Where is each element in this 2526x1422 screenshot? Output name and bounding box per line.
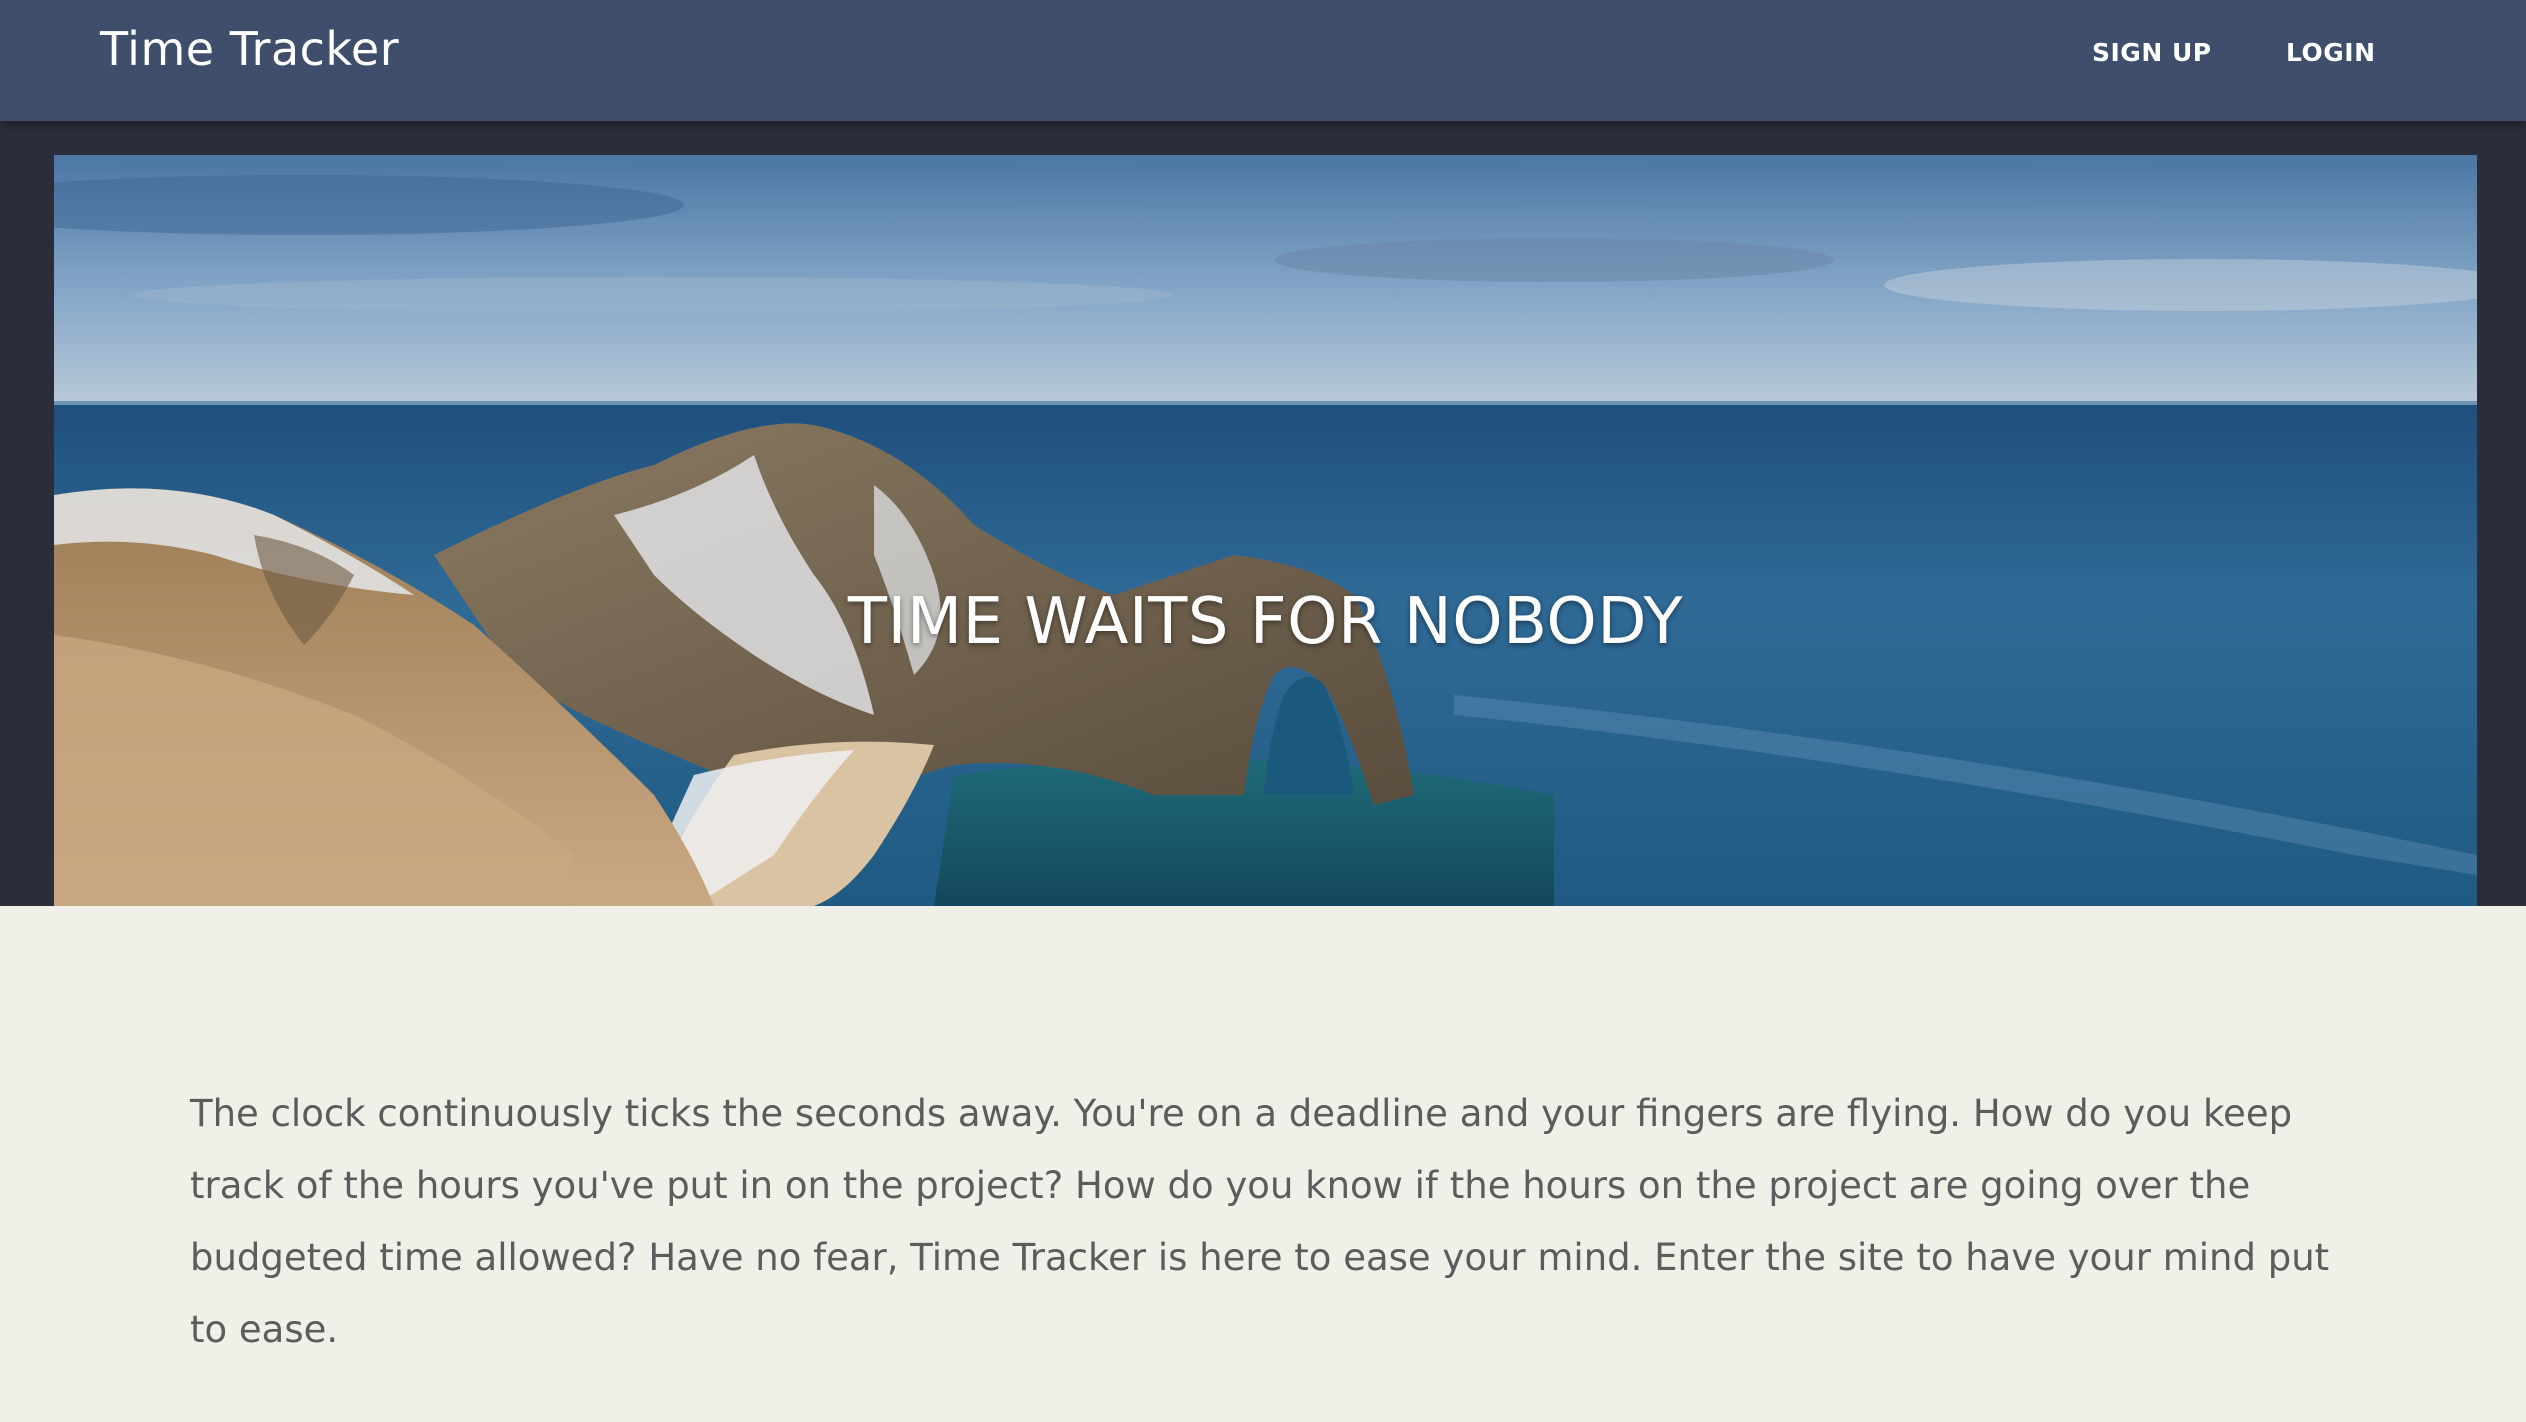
intro-paragraph: The clock continuously ticks the seconds…: [190, 1092, 2330, 1351]
top-navbar: Time Tracker SIGN UP LOGIN: [0, 0, 2526, 121]
hero-banner: TIME WAITS FOR NOBODY: [54, 155, 2477, 906]
brand-logo-text[interactable]: Time Tracker: [100, 22, 399, 76]
hero-landscape-image: [54, 155, 2477, 906]
login-link[interactable]: LOGIN: [2286, 38, 2376, 67]
signup-link[interactable]: SIGN UP: [2092, 38, 2212, 67]
hero-title: TIME WAITS FOR NOBODY: [847, 585, 1684, 659]
